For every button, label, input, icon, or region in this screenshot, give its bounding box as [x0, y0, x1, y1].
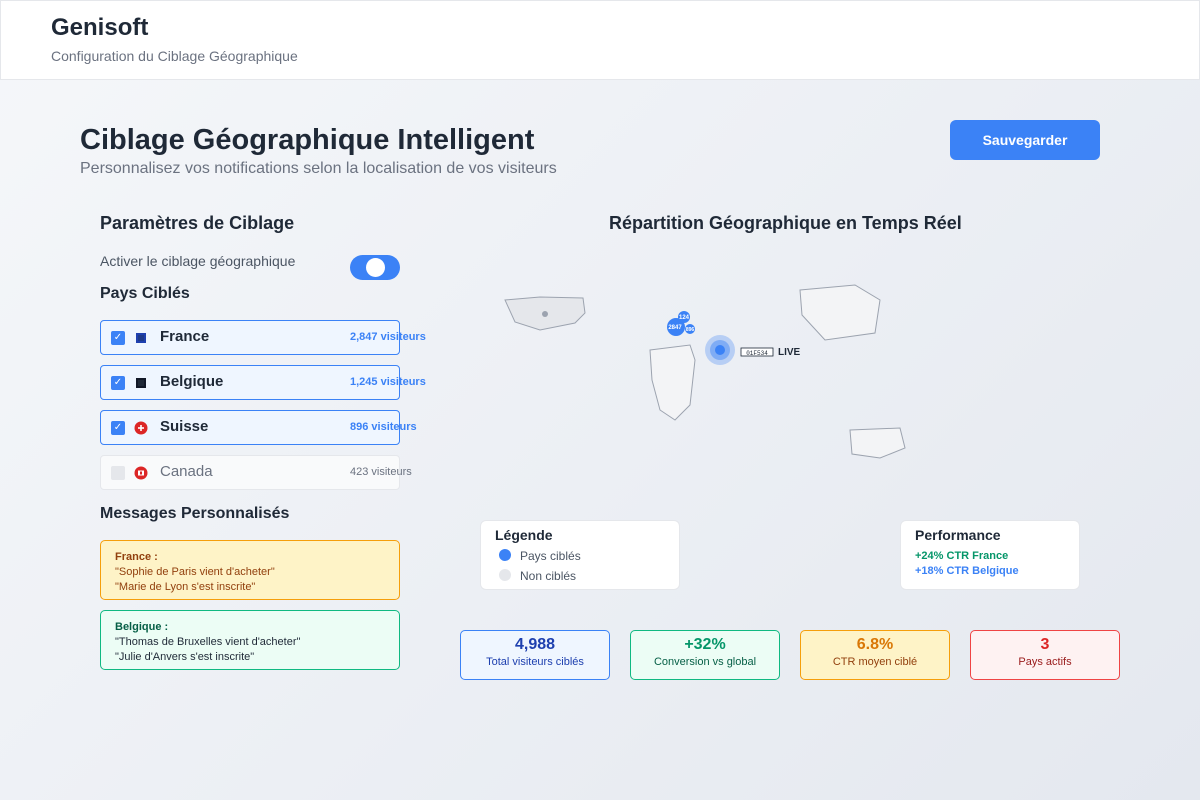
stat-value: 4,988 [514, 636, 556, 653]
page-subtitle: Personnalisez vos notifications selon la… [80, 160, 557, 177]
country-checkbox[interactable]: ✓ [111, 331, 125, 345]
live-code: 01F534 [746, 350, 768, 357]
stat-card-total-visitors: 4,988 Total visiteurs ciblés [460, 630, 610, 680]
canada-flag-icon [134, 466, 148, 480]
stat-card-active-countries: 3 Pays actifs [970, 630, 1120, 680]
stat-value: 6.8% [856, 636, 894, 653]
map-region [799, 284, 881, 341]
legend-title: Légende [495, 527, 553, 543]
app-header: Genisoft Configuration du Ciblage Géogra… [0, 0, 1200, 80]
country-name: Suisse [160, 418, 209, 435]
map-bubble-label: 896 [686, 327, 695, 333]
targeted-dot-icon [499, 549, 511, 561]
country-name: Canada [160, 463, 213, 480]
map-region [649, 344, 696, 421]
stat-label: Pays actifs [1018, 656, 1072, 668]
geo-targeting-toggle[interactable] [350, 255, 400, 280]
page-title: Ciblage Géographique Intelligent [80, 124, 535, 156]
performance-panel: Performance +24% CTR France +18% CTR Bel… [900, 520, 1080, 590]
visitor-count: 1,245 visiteurs [350, 376, 426, 388]
message-country: Belgique : [115, 621, 169, 633]
message-line: "Sophie de Paris vient d'acheter" [115, 566, 275, 578]
countries-title: Pays Ciblés [100, 285, 190, 302]
toggle-knob [366, 258, 385, 277]
not-targeted-dot-icon [499, 569, 511, 581]
france-flag-icon [136, 333, 146, 343]
legend-not-targeted: Non ciblés [520, 569, 577, 583]
stat-value: 3 [1040, 636, 1050, 653]
stat-card-ctr: 6.8% CTR moyen ciblé [800, 630, 950, 680]
messages-title: Messages Personnalisés [100, 505, 290, 522]
stat-label: CTR moyen ciblé [832, 656, 918, 668]
save-button[interactable]: Sauvegarder [950, 120, 1100, 160]
belgium-flag-icon [136, 378, 146, 388]
message-card-france[interactable]: France : "Sophie de Paris vient d'achete… [100, 540, 400, 600]
message-line: "Marie de Lyon s'est inscrite" [115, 581, 256, 593]
legend-targeted: Pays ciblés [520, 549, 581, 563]
live-dot [715, 345, 725, 355]
map-bubble-label: 2847 [668, 325, 682, 331]
switzerland-flag-icon [134, 421, 148, 435]
visitor-count: 423 visiteurs [350, 466, 412, 478]
map-bubble-label: 124 [679, 315, 690, 321]
app-name: Genisoft [51, 14, 149, 41]
map-title: Répartition Géographique en Temps Réel [609, 213, 962, 233]
country-row-belgique[interactable]: ✓ Belgique 1,245 visiteurs [100, 365, 426, 400]
performance-ctr-belgique: +18% CTR Belgique [915, 565, 1019, 577]
country-row-france[interactable]: ✓ France 2,847 visiteurs [100, 320, 426, 355]
visitor-count: 2,847 visiteurs [350, 331, 426, 343]
country-row-suisse[interactable]: ✓ Suisse 896 visiteurs [100, 410, 417, 445]
message-line: "Julie d'Anvers s'est inscrite" [115, 651, 255, 663]
performance-title: Performance [915, 527, 1001, 543]
performance-ctr-france: +24% CTR France [915, 550, 1009, 562]
country-checkbox[interactable]: ✓ [111, 421, 125, 435]
country-name: Belgique [160, 373, 224, 390]
stat-value: +32% [684, 636, 726, 653]
country-checkbox[interactable] [111, 466, 125, 480]
stat-card-conversion: +32% Conversion vs global [630, 630, 780, 680]
map-marker [542, 311, 548, 317]
stat-label: Total visiteurs ciblés [486, 656, 584, 668]
country-row-canada[interactable]: Canada 423 visiteurs [100, 455, 412, 490]
message-card-belgique[interactable]: Belgique : "Thomas de Bruxelles vient d'… [100, 610, 400, 670]
country-checkbox[interactable]: ✓ [111, 376, 125, 390]
settings-title: Paramètres de Ciblage [100, 213, 295, 233]
geo-map: 124 2847 896 01F534 LIVE [504, 284, 906, 459]
country-name: France [160, 328, 210, 345]
map-region [849, 427, 906, 459]
live-label: LIVE [778, 347, 801, 358]
message-country: France : [115, 551, 158, 563]
app-subtitle: Configuration du Ciblage Géographique [51, 48, 298, 64]
stat-label: Conversion vs global [653, 656, 757, 668]
message-line: "Thomas de Bruxelles vient d'acheter" [115, 636, 301, 648]
visitor-count: 896 visiteurs [350, 421, 417, 433]
geo-targeting-toggle-label: Activer le ciblage géographique [100, 253, 296, 269]
legend-panel: Légende Pays ciblés Non ciblés [480, 520, 680, 590]
